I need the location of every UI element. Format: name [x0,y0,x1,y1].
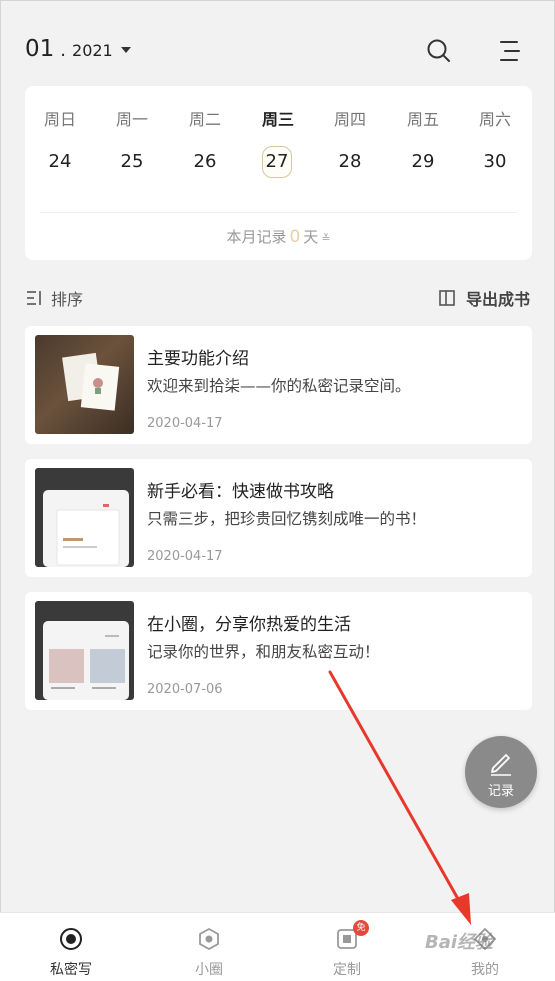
article-title: 主要功能介绍 [147,349,249,369]
article-date: 2020-07-06 [147,682,223,697]
export-book-button[interactable]: 导出成书 [438,286,530,310]
book-icon [439,290,455,306]
weekday-label: 周四 [333,110,366,129]
article-description: 只需三步，把珍贵回忆镌刻成唯一的书！ [147,510,427,528]
weekday-label-current: 周三 [261,110,294,129]
year-number: 2021 [72,41,113,60]
search-icon[interactable] [426,38,452,64]
month-record-prefix: 本月记录 [226,228,287,246]
article-date: 2020-04-17 [147,549,223,564]
expand-chevron-icon: ≚ [321,232,331,245]
nav-item-custom[interactable]: 定制 [278,913,416,981]
article-description: 欢迎来到拾柒——你的私密记录空间。 [147,377,411,395]
month-record-summary[interactable]: 本月记录 0 天 ≚ [25,226,532,247]
free-badge: 免 [353,920,369,936]
nav-item-circle[interactable]: 小圈 [140,913,278,981]
weekday-label: 周日 [43,110,76,129]
calendar-day[interactable]: 28 [325,146,375,178]
calendar-day[interactable]: 26 [180,146,230,178]
weekday-label: 周一 [115,110,148,129]
calendar-day[interactable]: 30 [470,146,520,178]
article-card[interactable]: 新手必看：快速做书攻略 只需三步，把珍贵回忆镌刻成唯一的书！ 2020-04-1… [25,459,532,577]
month-record-count: 0 [289,227,301,247]
nav-item-private-write[interactable]: 私密写 [2,913,140,981]
record-circle-icon [60,928,82,950]
nav-label: 私密写 [50,962,92,978]
weekday-label: 周五 [406,110,439,129]
weekday-label: 周二 [188,110,221,129]
sort-label: 排序 [51,290,84,309]
article-card[interactable]: 主要功能介绍 欢迎来到拾柒——你的私密记录空间。 2020-04-17 [25,326,532,444]
calendar-day-today[interactable]: 27 [262,146,292,178]
month-year-separator: . [60,40,67,61]
record-fab-label: 记录 [487,784,514,799]
calendar-day[interactable]: 29 [398,146,448,178]
article-title: 在小圈，分享你热爱的生活 [147,615,351,635]
month-number: 01 [25,36,55,62]
record-fab-button[interactable]: 记录 [465,736,537,808]
article-thumbnail-books [35,335,134,434]
article-card[interactable]: 在小圈，分享你热爱的生活 记录你的世界，和朋友私密互动！ 2020-07-06 [25,592,532,710]
nav-label: 定制 [333,962,361,978]
pen-icon [491,754,511,776]
article-description: 记录你的世界，和朋友私密互动！ [147,643,380,661]
month-record-suffix: 天 [303,228,319,246]
watermark: Bai经验 [425,932,494,953]
article-thumbnail-circle-screen [35,601,134,700]
header: 01 . 2021 [0,0,555,90]
sort-button[interactable]: 排序 [25,286,83,310]
article-date: 2020-04-17 [147,416,223,431]
list-menu-icon[interactable] [497,38,523,64]
calendar-day[interactable]: 24 [35,146,85,178]
weekday-label: 周六 [478,110,511,129]
date-row: 24 25 26 27 28 29 30 [25,146,532,180]
weekday-header-row: 周日 周一 周二 周三 周四 周五 周六 [25,106,532,130]
export-book-label: 导出成书 [465,290,530,309]
hexagon-icon [199,927,219,951]
dropdown-caret-icon [120,47,131,53]
article-title: 新手必看：快速做书攻略 [147,482,334,502]
nav-label: 小圈 [195,962,223,978]
calendar-day[interactable]: 25 [107,146,157,178]
sort-icon [27,291,41,305]
nav-label: 我的 [471,962,499,978]
week-calendar-card: 周日 周一 周二 周三 周四 周五 周六 24 25 26 27 28 29 3… [25,86,532,260]
month-year-selector[interactable]: 01 . 2021 [25,36,131,62]
article-thumbnail-app-screen [35,468,134,567]
calendar-divider [40,212,517,213]
